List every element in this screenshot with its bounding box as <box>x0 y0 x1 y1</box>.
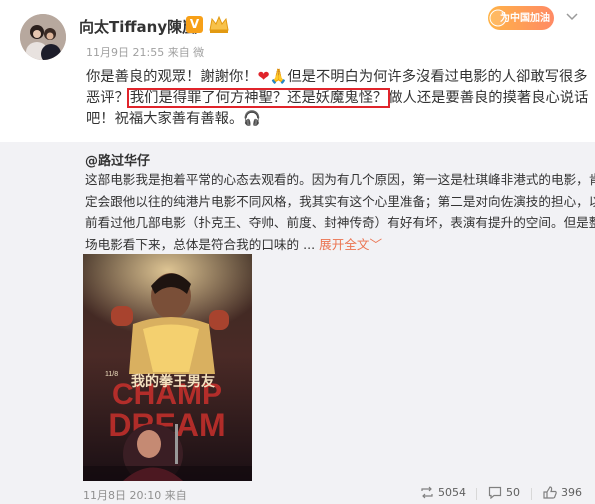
quote-author-link[interactable]: @路过华仔 <box>85 150 150 169</box>
post-line-2: 恶评？我们是得罪了何方神聖？还是妖魔鬼怪？做人还是要善良的摸著良心说话 <box>86 88 589 109</box>
expand-full-text-link[interactable]: 展开全文﹀ <box>319 237 382 252</box>
like-count: 396 <box>561 486 582 499</box>
repost-button[interactable]: 5054 <box>420 486 466 499</box>
verified-badge-icon: V <box>186 16 203 33</box>
quote-line: 场电影看下来，总体是符合我的口味的 ... 展开全文﹀ <box>85 234 585 256</box>
username[interactable]: 向太Tiffany陳嵐 <box>79 16 197 37</box>
quote-line-text: 场电影看下来，总体是符合我的口味的 ... <box>85 236 316 252</box>
quote-line: 前看过他几部电影（扑克王、夺帅、前度、封神传奇）有好有坏，表演有提升的空间。但是… <box>85 215 595 230</box>
quote-body: 这部电影我是抱着平常的心态去观看的。因为有几个原因，第一这是杜琪峰非港式的电影，… <box>85 169 595 256</box>
chevron-down-icon[interactable] <box>566 13 578 21</box>
quote-line: 定会跟他以往的纯港片电影不同风格，我其实有这个心里准备；第二是对向佐演技的担心，… <box>85 193 595 209</box>
post-line-1: 你是善良的观眾！謝謝你！❤🙏但是不明白为何许多沒看过电影的人卻敢写很多 <box>86 67 588 88</box>
post-line-3: 吧！祝福大家善有善報。🎧 <box>86 111 262 127</box>
divider <box>476 488 477 500</box>
chevron-down-icon[interactable]: ﹀ <box>370 237 383 252</box>
post-text-segment: 做人还是要善良的摸著良心说话 <box>388 90 589 106</box>
post-text-segment: 🙏但是不明白为何许多沒看过电影的人卻敢写很多 <box>269 69 588 85</box>
movie-poster-image[interactable]: CHAMP DREAM 我的拳王男友 11/8 <box>83 254 252 481</box>
poster-title: 我的拳王男友 <box>131 373 215 390</box>
poster-date: 11/8 <box>105 371 118 378</box>
quote-line: 这部电影我是抱着平常的心态去观看的。因为有几个原因，第一这是杜琪峰非港式的电影，… <box>85 172 595 187</box>
comment-count: 50 <box>506 486 520 499</box>
post-text-segment: 恶评？ <box>86 90 129 106</box>
divider <box>531 488 532 500</box>
comment-button[interactable]: 50 <box>488 486 520 500</box>
quote-timestamp: 11月8日 20:10 来自 <box>83 489 187 502</box>
campaign-badge-text: 为中国加油 <box>500 13 550 24</box>
repost-icon <box>421 486 433 499</box>
crown-icon <box>209 15 229 33</box>
thumbs-up-icon <box>543 486 557 499</box>
heart-icon: ❤ <box>257 69 270 85</box>
post-body: 你是善良的观眾！謝謝你！❤🙏但是不明白为何许多沒看过电影的人卻敢写很多 恶评？我… <box>86 67 589 130</box>
expand-label[interactable]: 展开全文 <box>319 237 369 252</box>
highlighted-question: 我们是得罪了何方神聖？还是妖魔鬼怪？ <box>126 88 391 108</box>
post-meta: 11月9日 21:55 来自 微 <box>86 46 205 59</box>
post-text-segment: 你是善良的观眾！謝謝你！ <box>86 69 258 85</box>
comment-icon <box>488 486 502 500</box>
repost-count: 5054 <box>438 486 466 499</box>
avatar[interactable] <box>20 14 66 60</box>
like-button[interactable]: 396 <box>543 486 582 499</box>
